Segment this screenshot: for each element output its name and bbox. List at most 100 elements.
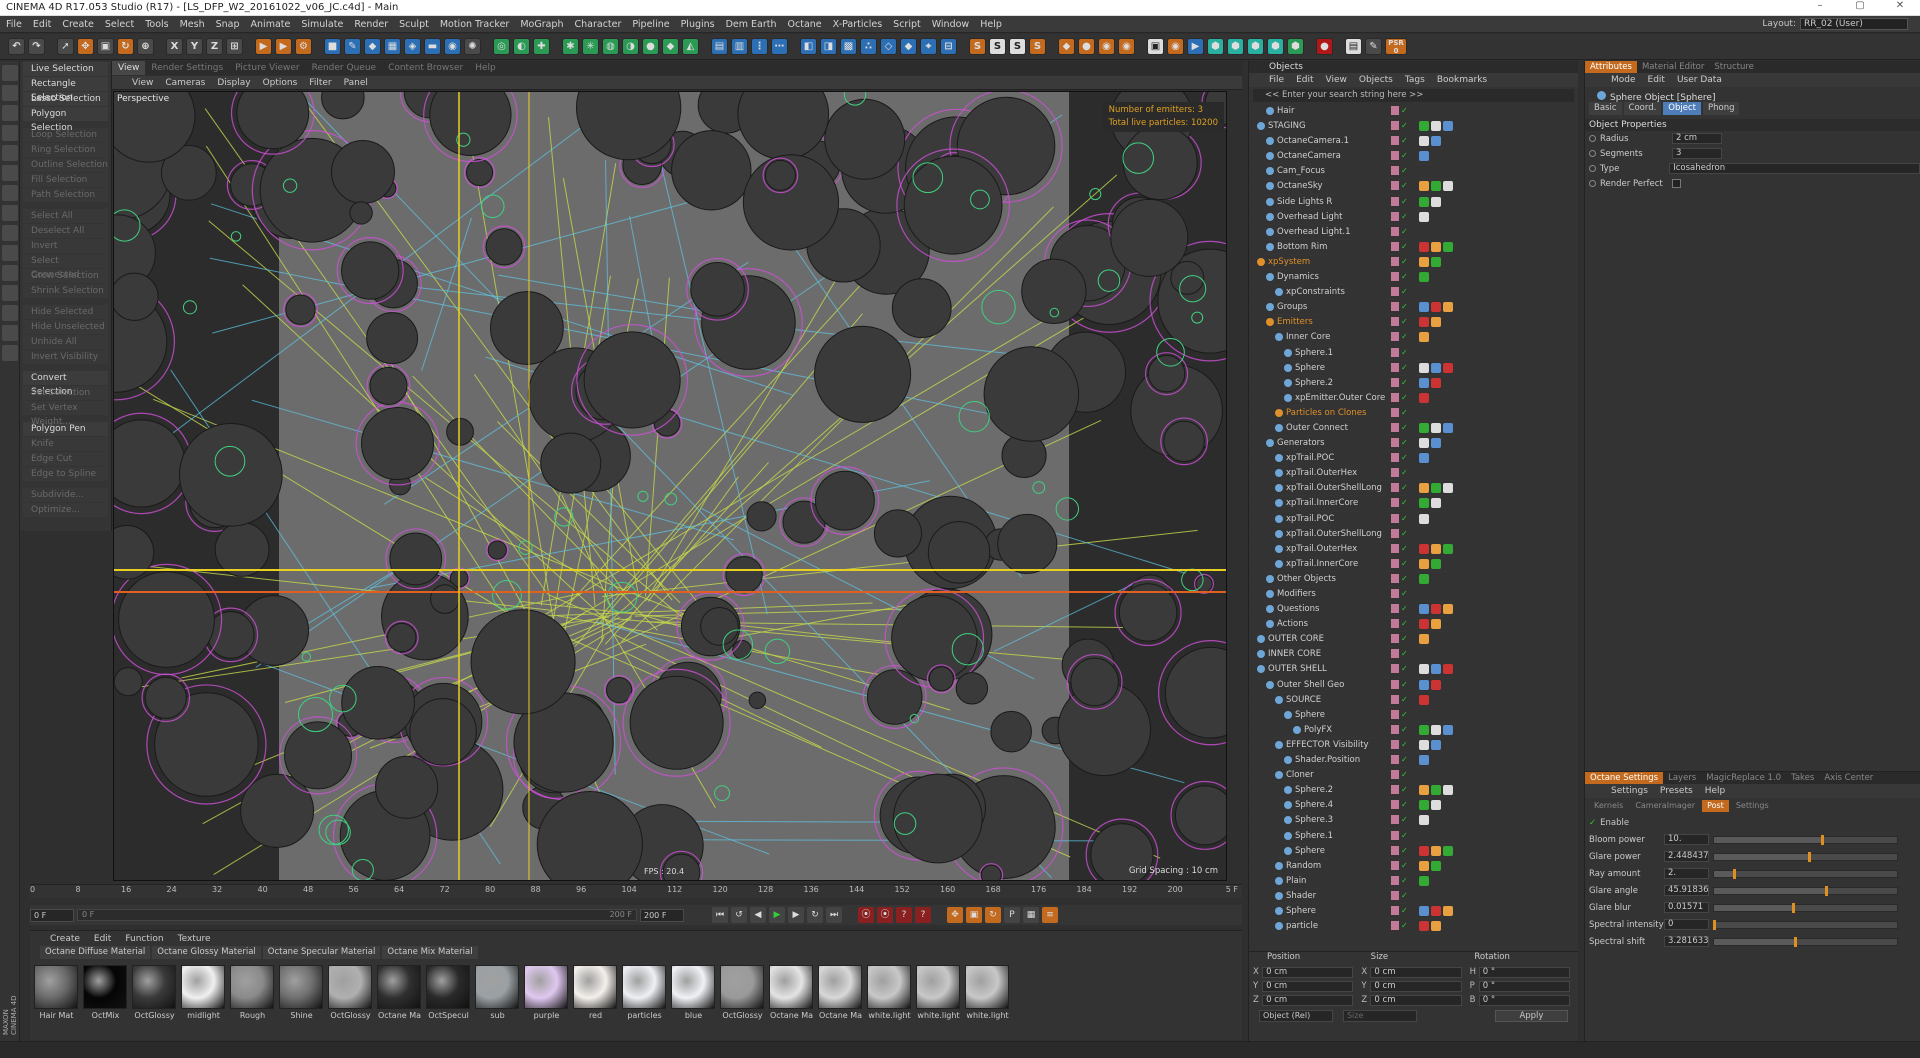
attribute-subtab-object[interactable]: Object bbox=[1663, 102, 1701, 115]
slider-knob[interactable] bbox=[1793, 936, 1797, 947]
octane-subtab-settings[interactable]: Settings bbox=[1731, 800, 1774, 812]
object-row[interactable]: xpTrail.POC ✓ bbox=[1249, 451, 1578, 467]
object-row[interactable]: xpEmitter.Outer Core ✓ bbox=[1249, 391, 1578, 406]
object-row[interactable]: PolyFX ✓ bbox=[1249, 723, 1578, 738]
object-visibility[interactable]: ✓ bbox=[1391, 166, 1413, 176]
attribute-subtab-basic[interactable]: Basic bbox=[1589, 102, 1622, 115]
object-visibility[interactable]: ✓ bbox=[1391, 815, 1413, 825]
object-row[interactable]: STAGING ✓ bbox=[1249, 119, 1578, 135]
attribute-subtab-phong[interactable]: Phong bbox=[1702, 102, 1740, 115]
object-visibility[interactable]: ✓ bbox=[1391, 845, 1413, 856]
octane-tab-takes[interactable]: Takes bbox=[1786, 772, 1819, 784]
object-row[interactable]: Bottom Rim ✓ bbox=[1249, 240, 1578, 255]
menu-script[interactable]: Script bbox=[893, 19, 921, 30]
slider-knob[interactable] bbox=[1808, 851, 1812, 862]
viewport-tab-render-queue[interactable]: Render Queue bbox=[306, 61, 382, 75]
object-tags[interactable] bbox=[1419, 921, 1441, 932]
object-tags[interactable] bbox=[1419, 196, 1441, 207]
object-tags[interactable] bbox=[1419, 619, 1441, 630]
key-param-icon[interactable]: P bbox=[1004, 907, 1020, 923]
material-item[interactable]: OctGlossy bbox=[720, 965, 765, 1020]
material-item[interactable]: particles bbox=[622, 965, 667, 1020]
key-rot-icon[interactable]: ↻ bbox=[985, 907, 1001, 923]
minimize-button[interactable]: – bbox=[1800, 0, 1840, 11]
menu-character[interactable]: Character bbox=[574, 19, 621, 30]
attribute-menu-user-data[interactable]: User Data bbox=[1677, 75, 1722, 85]
menu-render[interactable]: Render bbox=[354, 19, 388, 30]
prev-frame-icon[interactable]: ◀ bbox=[750, 907, 766, 923]
misc-mode-icon[interactable] bbox=[2, 345, 18, 361]
material-tab-octane-specular-material[interactable]: Octane Specular Material bbox=[262, 946, 381, 959]
object-row[interactable]: Other Objects ✓ bbox=[1249, 572, 1578, 587]
material-item[interactable]: white.light bbox=[965, 965, 1010, 1020]
object-row[interactable]: Sphere.4 ✓ bbox=[1249, 798, 1578, 814]
material-menu-function[interactable]: Function bbox=[125, 934, 163, 944]
object-visibility[interactable]: ✓ bbox=[1391, 317, 1413, 327]
menu-help[interactable]: Help bbox=[980, 19, 1002, 30]
snap-2-button[interactable]: S bbox=[989, 38, 1006, 55]
select-menu-deselect-all[interactable]: Deselect All bbox=[23, 224, 108, 238]
select-menu-lasso-selection[interactable]: Lasso Selection bbox=[23, 92, 108, 106]
object-visibility[interactable]: ✓ bbox=[1391, 196, 1413, 207]
select-menu-live-selection[interactable]: Live Selection bbox=[23, 62, 108, 76]
object-visibility[interactable]: ✓ bbox=[1391, 634, 1413, 644]
menu-file[interactable]: File bbox=[6, 19, 22, 30]
object-row[interactable]: Sphere ✓ bbox=[1249, 844, 1578, 859]
octane-tab-axis-center[interactable]: Axis Center bbox=[1819, 772, 1878, 784]
select-menu-polygon-selection[interactable]: Polygon Selection bbox=[23, 107, 108, 133]
octane-render-icon[interactable]: ▶ bbox=[1187, 38, 1204, 55]
octane-bloom-power-slider[interactable] bbox=[1713, 834, 1898, 845]
object-tags[interactable] bbox=[1419, 543, 1453, 554]
object-tags[interactable] bbox=[1419, 558, 1441, 569]
object-tags[interactable] bbox=[1419, 664, 1453, 675]
octane-subtab-cameraimager[interactable]: CameraImager bbox=[1630, 800, 1700, 812]
object-row[interactable]: xpSystem ✓ bbox=[1249, 255, 1578, 271]
object-tags[interactable] bbox=[1419, 136, 1441, 147]
xp-constraint-icon[interactable]: ◆ bbox=[662, 38, 679, 55]
object-tags[interactable] bbox=[1419, 211, 1429, 222]
keyframe-sel-icon[interactable]: ? bbox=[896, 907, 912, 923]
object-visibility[interactable]: ✓ bbox=[1391, 890, 1413, 901]
viewport-3d[interactable]: Perspective Number of emitters: 3 Total … bbox=[113, 91, 1227, 881]
object-tags[interactable] bbox=[1419, 785, 1453, 796]
viewport-menu-display[interactable]: Display bbox=[217, 78, 250, 88]
object-tags[interactable] bbox=[1419, 392, 1429, 403]
z-axis-toggle[interactable]: Z bbox=[206, 38, 223, 55]
menu-simulate[interactable]: Simulate bbox=[301, 19, 343, 30]
extra-mode-icon[interactable] bbox=[2, 325, 18, 341]
attribute-tab-material-editor[interactable]: Material Editor bbox=[1637, 61, 1709, 73]
object-tags[interactable] bbox=[1419, 800, 1441, 811]
menu-snap[interactable]: Snap bbox=[216, 19, 240, 30]
render-picture-viewer-icon[interactable]: ▶ bbox=[275, 38, 292, 55]
material-item[interactable]: white.light bbox=[867, 965, 912, 1020]
object-tags[interactable] bbox=[1419, 377, 1441, 388]
octane-menu-help[interactable]: Help bbox=[1705, 786, 1726, 796]
object-tags[interactable] bbox=[1419, 739, 1441, 750]
object-tags[interactable] bbox=[1419, 724, 1453, 735]
menu-edit[interactable]: Edit bbox=[33, 19, 51, 30]
object-row[interactable]: Sphere.3 ✓ bbox=[1249, 813, 1578, 829]
model-mode-icon[interactable]: ◨ bbox=[820, 38, 837, 55]
select-menu-edge-cut[interactable]: Edge Cut bbox=[23, 452, 108, 466]
object-row[interactable]: Actions ✓ bbox=[1249, 617, 1578, 633]
xp-cache2-icon[interactable]: ⬢ bbox=[1227, 38, 1244, 55]
material-item[interactable]: blue bbox=[671, 965, 716, 1020]
xp-cache3-icon[interactable]: ⬢ bbox=[1247, 38, 1264, 55]
points-mode-icon[interactable]: ∴ bbox=[860, 38, 877, 55]
script-icon[interactable]: ✎ bbox=[1365, 38, 1382, 55]
object-row[interactable]: Questions ✓ bbox=[1249, 602, 1578, 618]
polygons-mode-icon[interactable] bbox=[2, 165, 18, 181]
object-visibility[interactable]: ✓ bbox=[1391, 921, 1413, 931]
select-menu-select-connected[interactable]: Select Connected bbox=[23, 254, 108, 280]
record-rot-icon[interactable]: ◉ bbox=[1118, 38, 1135, 55]
autokey-icon[interactable]: ● bbox=[1078, 38, 1095, 55]
record-key-icon[interactable]: ⦿ bbox=[858, 907, 874, 923]
snap-mode-icon[interactable] bbox=[2, 285, 18, 301]
object-row[interactable]: Plain ✓ bbox=[1249, 874, 1578, 889]
viewport-tab-content-browser[interactable]: Content Browser bbox=[382, 61, 469, 75]
timeline-menu-icon[interactable]: ≡ bbox=[1042, 907, 1058, 923]
attribute-type-field[interactable]: Icosahedron bbox=[1669, 163, 1920, 174]
cube-icon[interactable]: ■ bbox=[324, 38, 341, 55]
octane-spectral-shift-slider[interactable] bbox=[1713, 936, 1898, 947]
pen-icon[interactable]: ✎ bbox=[344, 38, 361, 55]
